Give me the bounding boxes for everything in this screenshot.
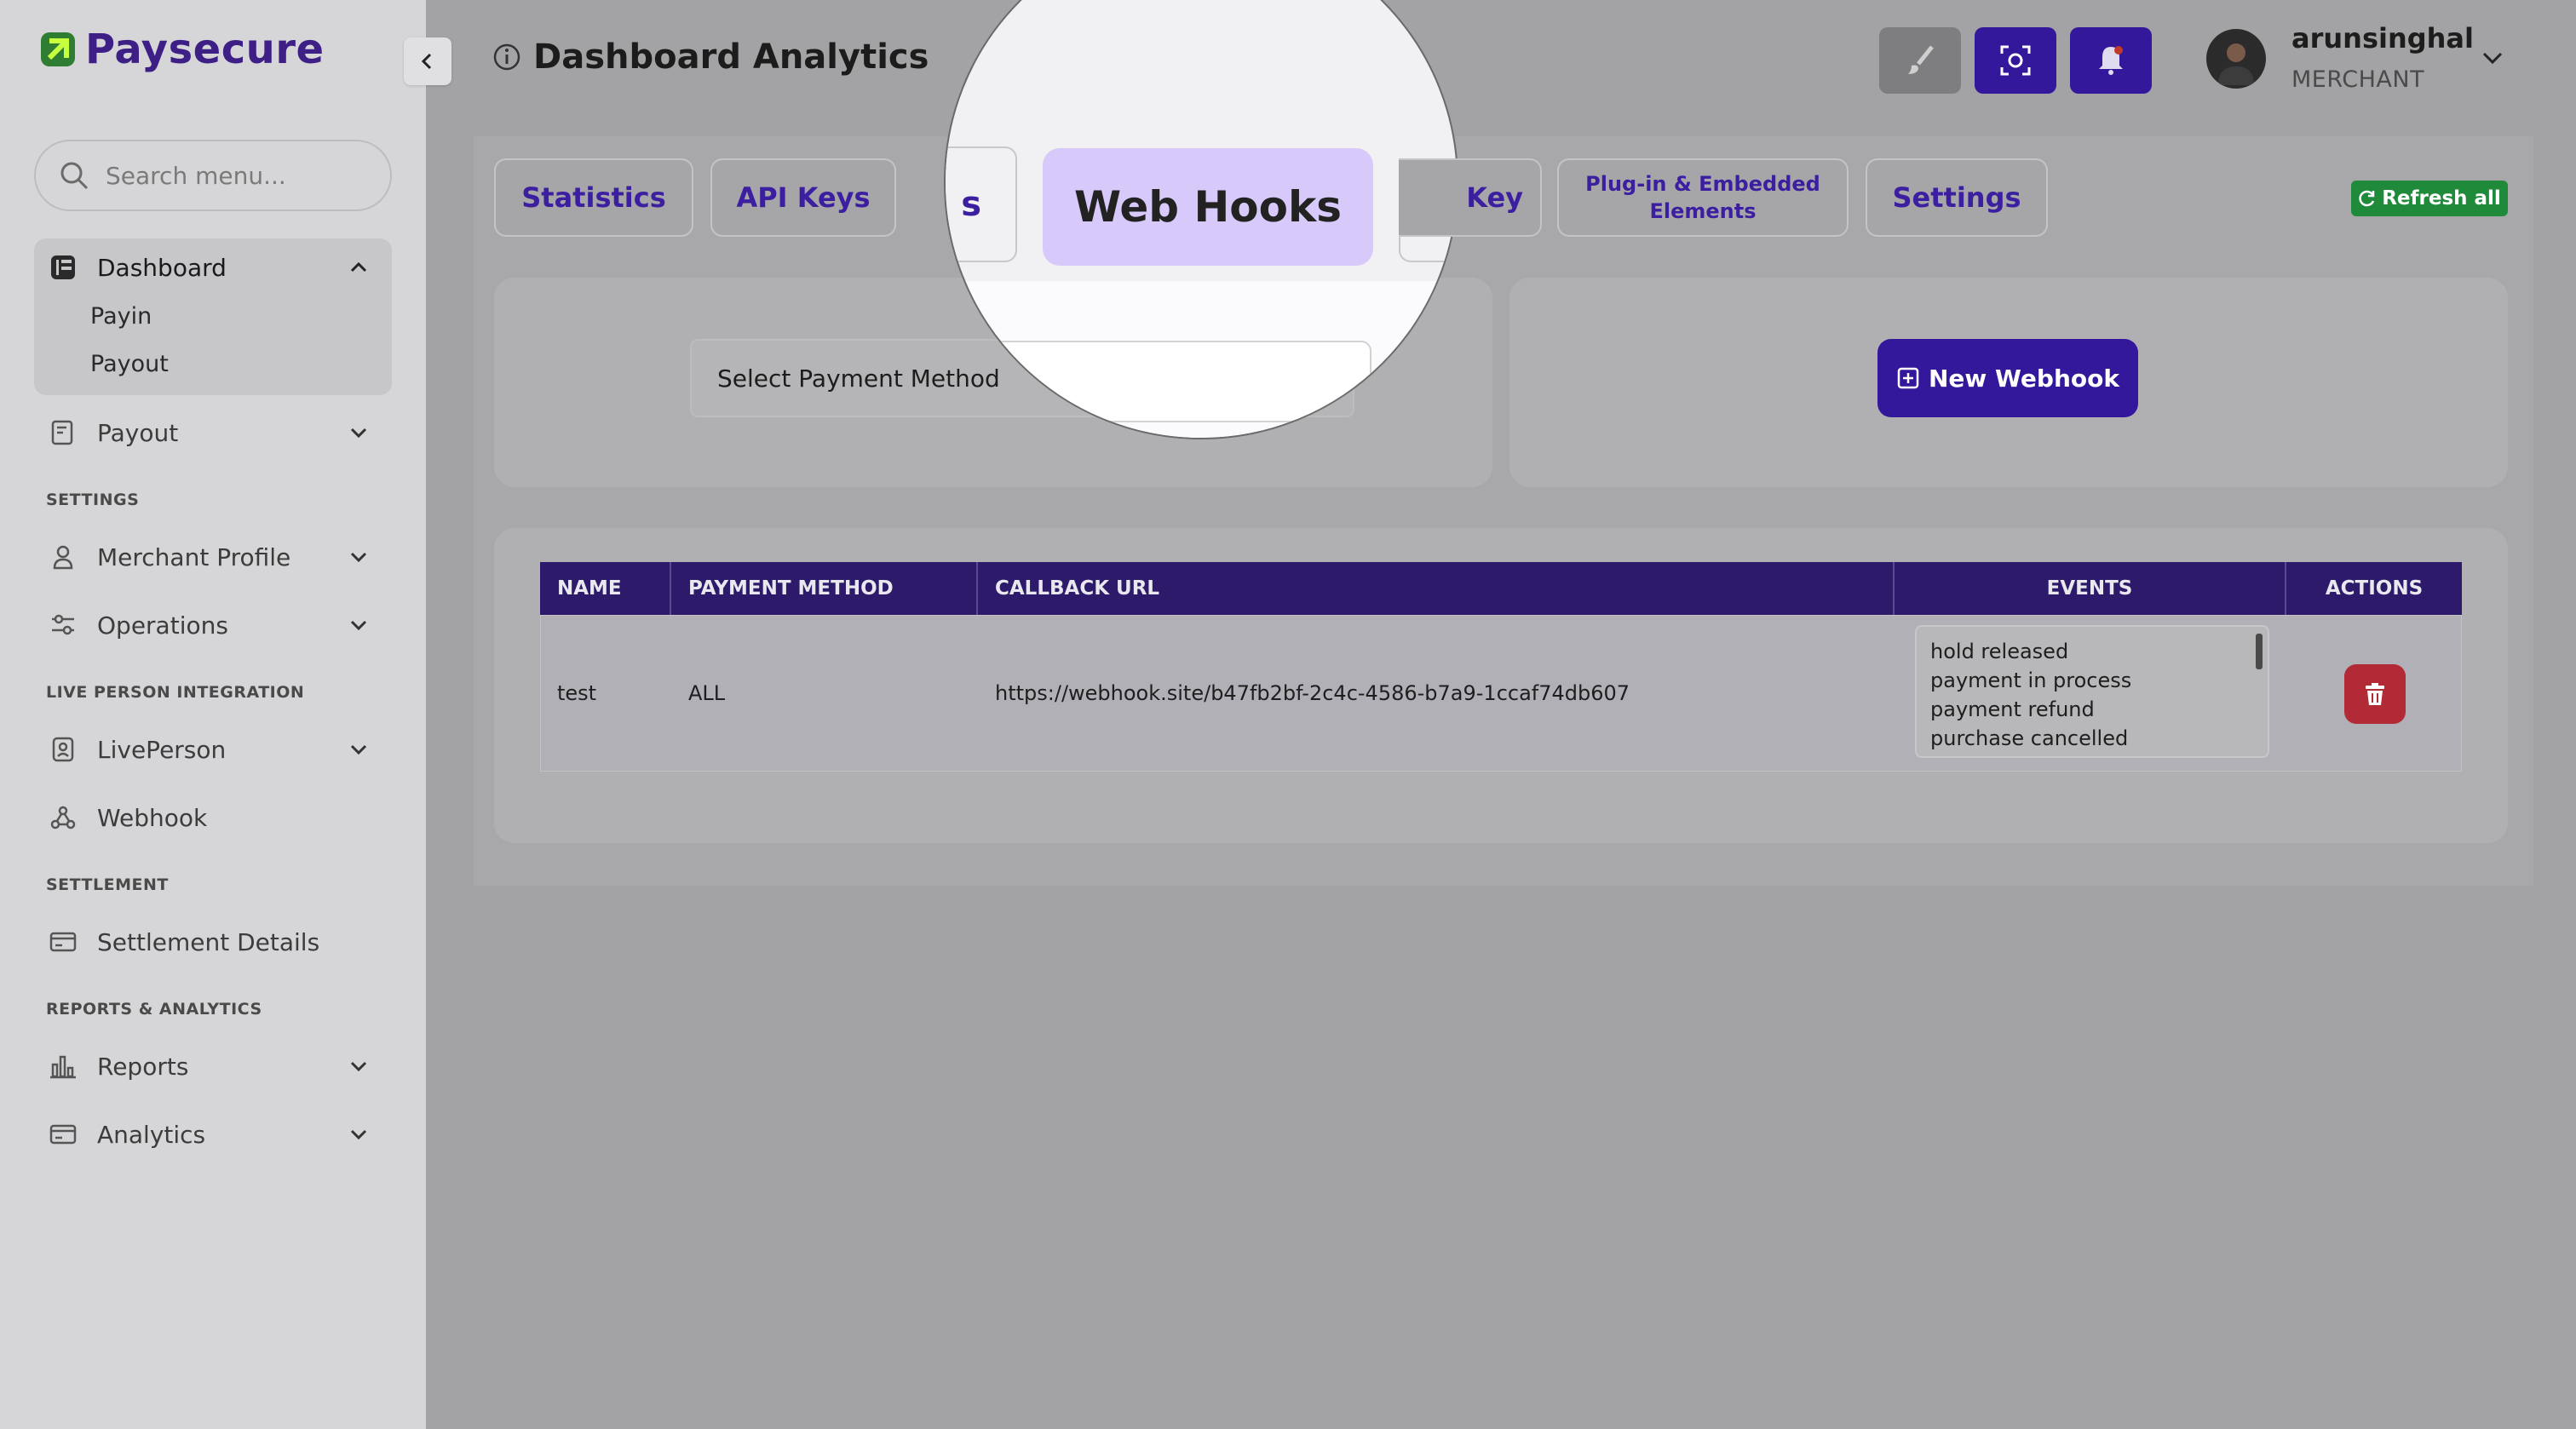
column-header-actions: ACTIONS (2325, 577, 2424, 600)
sidebar-item-settlement-details[interactable]: Settlement Details (48, 927, 371, 957)
delete-webhook-button[interactable] (2344, 664, 2406, 724)
brush-icon (1908, 45, 1934, 74)
page-title: Dashboard Analytics (492, 37, 929, 77)
chevron-down-icon (350, 552, 367, 563)
chevron-down-icon (350, 428, 367, 439)
sidebar-item-label: Payout (97, 418, 179, 447)
event-item: payment in process (1930, 669, 2132, 692)
tab-settings[interactable]: Settings (1866, 158, 2048, 237)
chevron-down-icon (350, 1129, 367, 1140)
new-webhook-label: New Webhook (1929, 364, 2119, 393)
refresh-icon (2359, 190, 2375, 207)
page-title-text: Dashboard Analytics (533, 37, 929, 77)
sidebar-item-dashboard[interactable]: Dashboard (48, 252, 371, 283)
section-label-reports: REPORTS & ANALYTICS (46, 1000, 262, 1019)
chevron-left-icon (421, 53, 432, 70)
sidebar-item-operations[interactable]: Operations (48, 610, 371, 640)
sidebar-item-label: Operations (97, 611, 228, 640)
event-item: payment refund (1930, 697, 2095, 721)
events-list[interactable]: hold released payment in process payment… (1915, 625, 2269, 758)
search-icon (60, 162, 89, 190)
sidebar-item-analytics[interactable]: Analytics (48, 1119, 371, 1150)
tab-label-line1: Plug-in & Embedded (1585, 172, 1820, 196)
cell-payment-method: ALL (688, 681, 726, 705)
avatar[interactable] (2206, 29, 2266, 89)
sidebar-item-label: LivePerson (97, 735, 227, 764)
scan-icon (2000, 45, 2031, 76)
tab-plugin-embedded[interactable]: Plug-in & Embedded Elements (1557, 158, 1849, 237)
sidebar-item-liveperson[interactable]: LivePerson (48, 734, 371, 765)
column-header-name: NAME (540, 562, 671, 615)
bar-chart-icon (48, 1051, 78, 1082)
shield-icon (48, 734, 78, 765)
webhook-icon (48, 802, 78, 833)
info-icon (493, 43, 520, 71)
sidebar-item-label: Merchant Profile (97, 542, 291, 571)
column-header-payment-method: PAYMENT METHOD (671, 562, 978, 615)
sidebar-item-label: Reports (97, 1052, 189, 1081)
tab-api-keys[interactable]: API Keys (710, 158, 896, 237)
sliders-icon (48, 610, 78, 640)
brand-name: Paysecure (85, 26, 325, 73)
column-header-events: EVENTS (1895, 562, 2286, 615)
sidebar-item-label: Dashboard (97, 253, 227, 282)
chevron-down-icon[interactable] (2477, 43, 2508, 73)
magnified-select (946, 341, 1371, 422)
chevron-down-icon (350, 1061, 367, 1072)
search-input[interactable] (106, 161, 361, 190)
sidebar-item-label: Webhook (97, 803, 208, 832)
chevron-down-icon (350, 620, 367, 631)
sidebar-item-label: Analytics (97, 1120, 206, 1149)
card-icon (48, 927, 78, 957)
sidebar-item-payout[interactable]: Payout (48, 417, 371, 448)
bell-icon (2099, 46, 2123, 75)
card-icon (48, 1119, 78, 1150)
notifications-button[interactable] (2070, 27, 2152, 94)
sidebar-item-label: Settlement Details (97, 927, 320, 956)
section-label-live-person: LIVE PERSON INTEGRATION (46, 683, 305, 702)
dashboard-icon (48, 252, 78, 283)
tab-key-fragment[interactable]: Key (1399, 158, 1542, 237)
sidebar-item-merchant-profile[interactable]: Merchant Profile (48, 542, 371, 572)
tab-label-line2: Elements (1649, 199, 1757, 223)
trash-icon (2366, 683, 2384, 705)
logo-icon (41, 32, 75, 66)
cell-name: test (557, 681, 597, 705)
magnifier-lens: s Web Hooks (944, 0, 1458, 439)
tab-web-hooks[interactable]: Web Hooks (1043, 148, 1373, 266)
sidebar: Paysecure Dashboard Payin Payout Payout … (0, 0, 426, 1429)
refresh-all-label: Refresh all (2382, 187, 2501, 209)
user-name: arunsinghal (2291, 22, 2474, 55)
column-header-callback-url: CALLBACK URL (978, 562, 1895, 615)
chevron-up-icon (350, 261, 367, 273)
sidebar-subitem-payout[interactable]: Payout (90, 351, 169, 377)
search-box[interactable] (34, 140, 392, 211)
event-item: hold released (1930, 640, 2069, 663)
scan-button[interactable] (1975, 27, 2056, 94)
events-scrollbar[interactable] (2256, 634, 2263, 669)
plus-square-icon (1897, 367, 1919, 389)
payout-icon (48, 417, 78, 448)
user-role: MERCHANT (2291, 66, 2425, 93)
section-label-settlement: SETTLEMENT (46, 875, 169, 894)
chevron-down-icon (350, 744, 367, 755)
tab-statistics[interactable]: Statistics (494, 158, 693, 237)
tab-fragment-left[interactable]: s (946, 146, 1017, 262)
user-icon (48, 542, 78, 572)
new-webhook-button[interactable]: New Webhook (1877, 339, 2138, 417)
brush-button[interactable] (1879, 27, 1961, 94)
section-label-settings: SETTINGS (46, 491, 140, 509)
cell-callback-url: https://webhook.site/b47fb2bf-2c4c-4586-… (995, 681, 1630, 705)
sidebar-item-reports[interactable]: Reports (48, 1051, 371, 1082)
sidebar-subitem-payin[interactable]: Payin (90, 303, 152, 330)
sidebar-collapse-button[interactable] (404, 37, 451, 85)
brand-logo[interactable]: Paysecure (39, 26, 325, 73)
refresh-all-button[interactable]: Refresh all (2351, 181, 2508, 216)
event-item: purchase cancelled (1930, 726, 2129, 750)
sidebar-item-webhook[interactable]: Webhook (48, 802, 371, 833)
